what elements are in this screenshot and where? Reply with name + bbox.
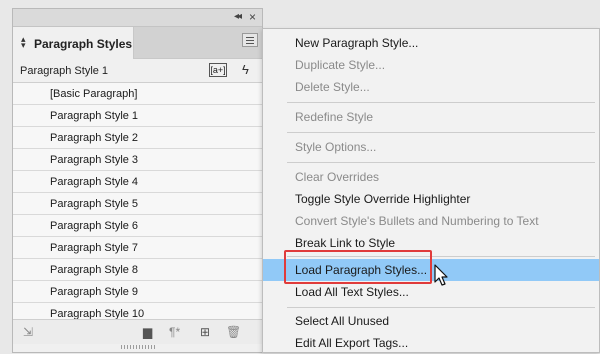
style-name: [Basic Paragraph] [50, 88, 138, 100]
panel-tab-row: ▴ ▾ Paragraph Styles [13, 27, 262, 59]
panel-menu-button[interactable] [242, 33, 258, 47]
trash-icon[interactable]: 🗑 [226, 325, 241, 339]
menu-item-new-paragraph-style[interactable]: New Paragraph Style... [263, 32, 599, 54]
menu-item-label: Style Options... [295, 140, 377, 154]
menu-item-convert-bullets-numbering: Convert Style's Bullets and Numbering to… [263, 210, 599, 232]
style-name: Paragraph Style 2 [50, 132, 139, 144]
lightning-icon[interactable]: ϟ [242, 62, 249, 77]
menu-item-label: Break Link to Style [295, 236, 396, 250]
list-item[interactable]: Paragraph Style 1 [13, 105, 262, 127]
menu-item-label: Convert Style's Bullets and Numbering to… [295, 214, 539, 228]
hamburger-line [246, 40, 254, 41]
highlight-callout-box [284, 250, 432, 284]
current-style-name: Paragraph Style 1 [20, 65, 109, 77]
menu-separator [287, 132, 595, 133]
list-item[interactable]: Paragraph Style 5 [13, 193, 262, 215]
mouse-pointer-icon [434, 264, 448, 286]
style-name: Paragraph Style 9 [50, 286, 139, 298]
collapse-panel-icon[interactable]: ◂◂ [234, 11, 242, 22]
menu-item-clear-overrides: Clear Overrides [263, 166, 599, 188]
menu-item-label: Select All Unused [295, 314, 390, 328]
tab-expand-icon: ▴ ▾ [21, 34, 26, 50]
menu-separator [287, 162, 595, 163]
tab-label: Paragraph Styles [34, 37, 133, 51]
list-item[interactable]: Paragraph Style 7 [13, 237, 262, 259]
list-item[interactable]: Paragraph Style 9 [13, 281, 262, 303]
style-name: Paragraph Style 8 [50, 264, 139, 276]
menu-item-delete-style: Delete Style... [263, 76, 599, 98]
load-styles-icon[interactable]: ⇲ [23, 325, 33, 339]
menu-item-style-options: Style Options... [263, 136, 599, 158]
menu-item-label: Load All Text Styles... [295, 285, 409, 299]
menu-item-label: Clear Overrides [295, 170, 380, 184]
style-name: Paragraph Style 5 [50, 198, 139, 210]
panel-title-bar: ◂◂ × [13, 9, 262, 27]
list-item[interactable]: Paragraph Style 6 [13, 215, 262, 237]
list-item[interactable]: Paragraph Style 2 [13, 127, 262, 149]
resize-grip[interactable] [121, 345, 157, 349]
list-item[interactable]: [Basic Paragraph] [13, 83, 262, 105]
menu-separator [287, 307, 595, 308]
style-list: [Basic Paragraph] Paragraph Style 1 Para… [13, 83, 262, 325]
hamburger-line [246, 37, 254, 38]
paragraph-styles-panel: ◂◂ × ▴ ▾ Paragraph Styles Paragraph Style… [12, 8, 263, 353]
tab-paragraph-styles[interactable]: ▴ ▾ Paragraph Styles [13, 27, 134, 59]
list-item[interactable]: Paragraph Style 3 [13, 149, 262, 171]
style-name: Paragraph Style 7 [50, 242, 139, 254]
menu-item-label: Edit All Export Tags... [295, 336, 409, 350]
menu-item-edit-all-export-tags[interactable]: Edit All Export Tags... [263, 332, 599, 354]
menu-item-label: New Paragraph Style... [295, 36, 419, 50]
menu-item-select-all-unused[interactable]: Select All Unused [263, 310, 599, 332]
list-item[interactable]: Paragraph Style 4 [13, 171, 262, 193]
panel-flyout-menu: New Paragraph Style... Duplicate Style..… [262, 28, 600, 353]
create-style-from-selection-icon[interactable]: [a+] [209, 63, 227, 77]
clear-overrides-icon[interactable]: ¶* [169, 325, 180, 339]
menu-item-toggle-style-override-highlighter[interactable]: Toggle Style Override Highlighter [263, 188, 599, 210]
list-item[interactable]: Paragraph Style 8 [13, 259, 262, 281]
folder-icon[interactable]: ▆ [143, 325, 152, 339]
menu-item-label: Toggle Style Override Highlighter [295, 192, 471, 206]
style-name: Paragraph Style 3 [50, 154, 139, 166]
menu-item-redefine-style: Redefine Style [263, 106, 599, 128]
menu-item-duplicate-style: Duplicate Style... [263, 54, 599, 76]
menu-item-label: Delete Style... [295, 80, 370, 94]
style-name: Paragraph Style 1 [50, 110, 139, 122]
current-style-bar: Paragraph Style 1 [a+] ϟ [13, 59, 262, 83]
hamburger-line [246, 43, 254, 44]
menu-separator [287, 102, 595, 103]
panel-footer: ⇲ ▆ ¶* ⊞ 🗑 [13, 319, 262, 344]
new-style-icon[interactable]: ⊞ [200, 325, 210, 339]
menu-item-load-all-text-styles[interactable]: Load All Text Styles... [263, 281, 599, 303]
menu-item-label: Duplicate Style... [295, 58, 386, 72]
style-name: Paragraph Style 6 [50, 220, 139, 232]
style-name: Paragraph Style 4 [50, 176, 139, 188]
close-icon[interactable]: × [249, 10, 256, 24]
menu-item-label: Redefine Style [295, 110, 374, 124]
